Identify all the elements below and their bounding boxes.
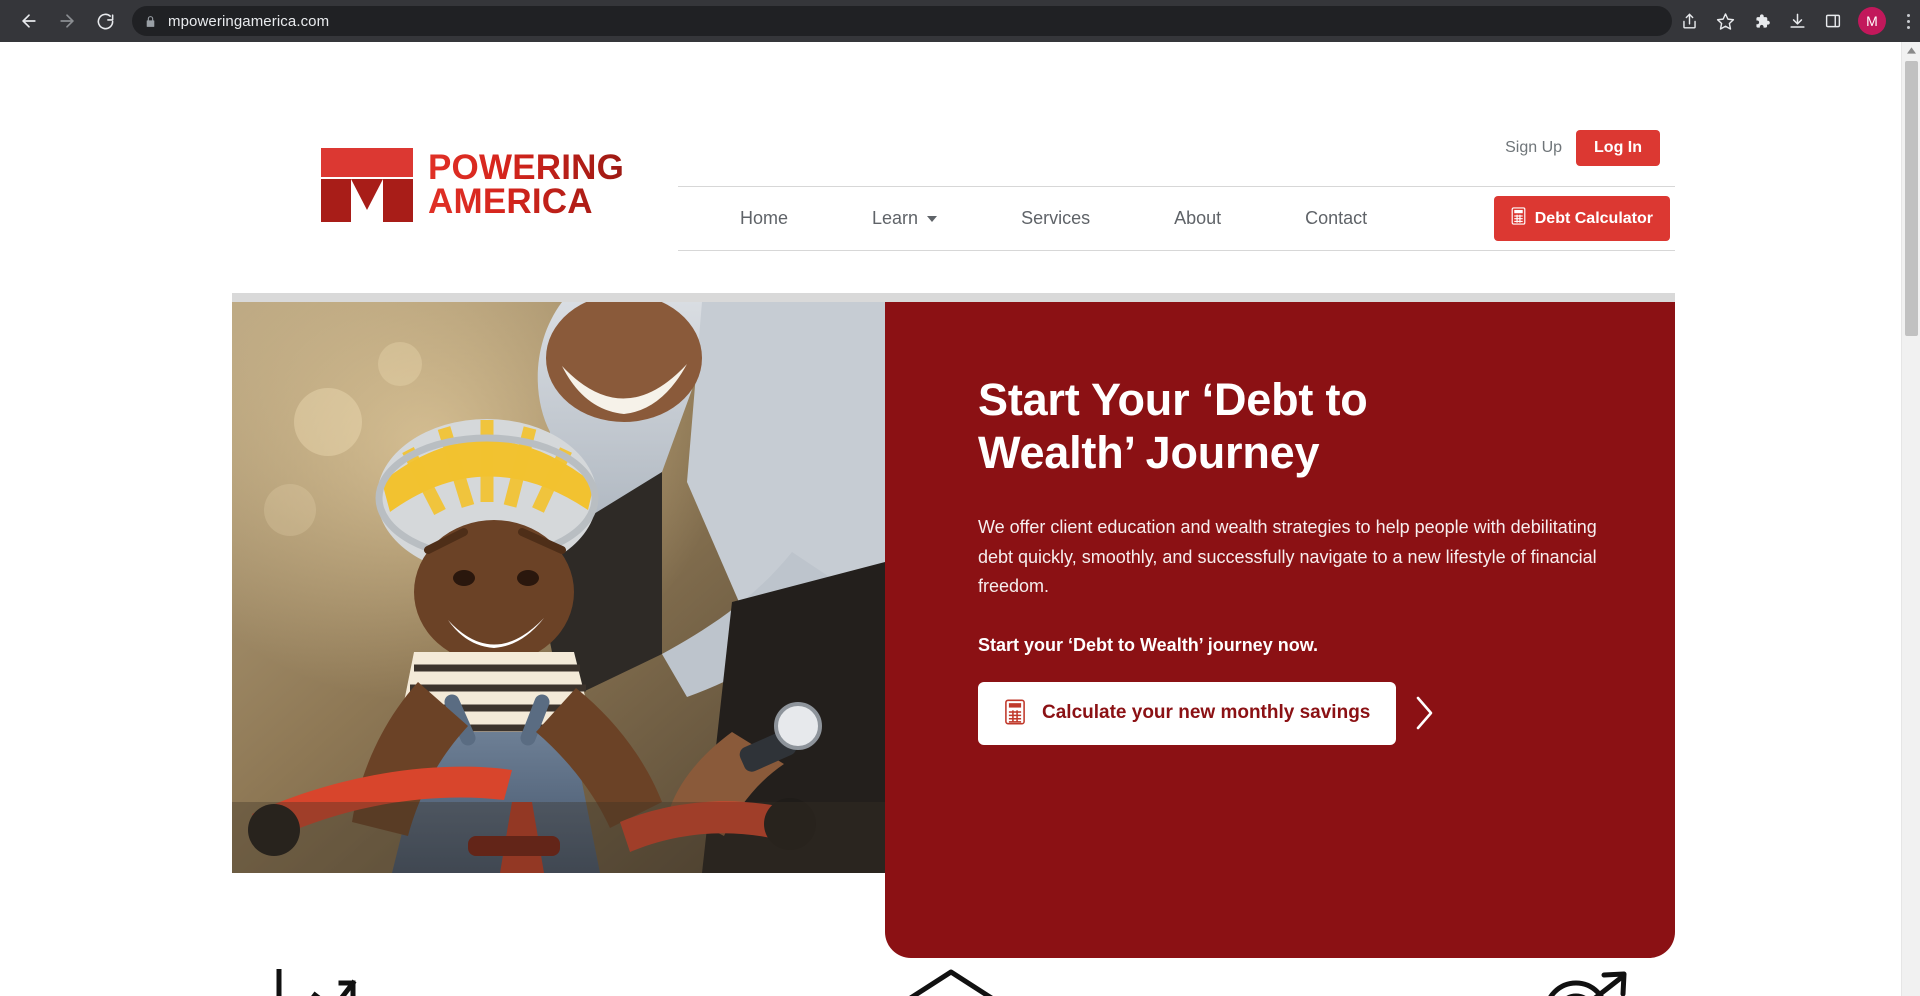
site-logo[interactable]: POWERING AMERICA [318, 146, 624, 224]
hero-cta-row: Calculate your new monthly savings [978, 681, 1675, 745]
side-panel-icon[interactable] [1816, 4, 1850, 38]
hero-photo-illustration [232, 302, 885, 873]
nav-item-about[interactable]: About [1174, 208, 1221, 229]
feature-icon-strip [0, 969, 1901, 996]
nav-item-services[interactable]: Services [1021, 208, 1090, 229]
account-actions: Sign Up Log In [1505, 130, 1660, 166]
downloads-icon[interactable] [1780, 4, 1814, 38]
browser-actions: M [1672, 4, 1920, 38]
browser-toolbar: mpoweringamerica.com M [0, 0, 1920, 42]
page-viewport: POWERING AMERICA Sign Up Log In Home Lea… [0, 42, 1920, 996]
sign-up-link[interactable]: Sign Up [1505, 139, 1562, 157]
hero-panel: Start Your ‘Debt to Wealth’ Journey We o… [885, 302, 1675, 958]
page-scrollbar[interactable] [1901, 42, 1920, 996]
lock-icon [144, 15, 157, 28]
nav-label-home: Home [740, 208, 789, 228]
hero-subheading: Start your ‘Debt to Wealth’ journey now. [978, 634, 1319, 655]
hero-body-text: We offer client education and wealth str… [978, 517, 1597, 597]
address-bar[interactable]: mpoweringamerica.com [132, 6, 1672, 36]
home-icon [908, 969, 993, 996]
share-icon[interactable] [1672, 4, 1706, 38]
scroll-up-icon[interactable] [1902, 42, 1920, 59]
calculator-icon [1511, 207, 1526, 230]
profile-avatar[interactable]: M [1858, 7, 1886, 35]
calculator-icon [1004, 699, 1026, 728]
logo-line-1: POWERING [428, 147, 625, 187]
url-text: mpoweringamerica.com [168, 12, 330, 30]
main-navigation: Home Learn Services About Contact Debt C… [678, 186, 1675, 251]
bookmark-star-icon[interactable] [1708, 4, 1742, 38]
calculate-savings-label: Calculate your new monthly savings [1042, 702, 1371, 724]
hero-title: Start Your ‘Debt to Wealth’ Journey [978, 374, 1368, 478]
chevron-down-icon [927, 215, 938, 222]
nav-label-services: Services [1021, 208, 1091, 228]
nav-item-learn[interactable]: Learn [872, 208, 938, 229]
feature-item-home[interactable] [634, 969, 1268, 996]
debt-calculator-button[interactable]: Debt Calculator [1493, 196, 1670, 241]
logo-line-2: AMERICA [428, 184, 624, 219]
target-arrow-icon [1548, 971, 1627, 996]
logo-m-mark [321, 148, 413, 222]
extensions-puzzle-icon[interactable] [1744, 4, 1778, 38]
logo-wordmark: POWERING AMERICA [428, 147, 625, 220]
back-icon[interactable] [12, 4, 46, 38]
log-in-button[interactable]: Log In [1576, 130, 1660, 166]
scrollbar-thumb[interactable] [1905, 61, 1918, 336]
feature-item-growth[interactable] [0, 969, 634, 996]
growth-chart-icon [276, 969, 357, 996]
chevron-right-icon[interactable] [1413, 695, 1435, 731]
hero-section: Start Your ‘Debt to Wealth’ Journey We o… [0, 293, 1920, 993]
hero-image [232, 302, 885, 873]
calculate-savings-button[interactable]: Calculate your new monthly savings [978, 681, 1397, 745]
nav-label-contact: Contact [1305, 208, 1368, 228]
nav-item-contact[interactable]: Contact [1305, 208, 1367, 229]
chrome-menu-icon[interactable] [1894, 4, 1920, 38]
hero-content: Start Your ‘Debt to Wealth’ Journey We o… [885, 302, 1675, 745]
nav-label-about: About [1174, 208, 1222, 228]
browser-nav-buttons [12, 4, 122, 38]
hero-top-strip [232, 293, 1675, 302]
reload-icon[interactable] [88, 4, 122, 38]
forward-icon[interactable] [50, 4, 84, 38]
feature-item-target[interactable] [1267, 969, 1901, 996]
debt-calculator-label: Debt Calculator [1534, 209, 1653, 227]
nav-item-home[interactable]: Home [740, 208, 788, 229]
nav-label-learn: Learn [872, 208, 919, 228]
site-header: POWERING AMERICA Sign Up Log In Home Lea… [0, 42, 1901, 251]
